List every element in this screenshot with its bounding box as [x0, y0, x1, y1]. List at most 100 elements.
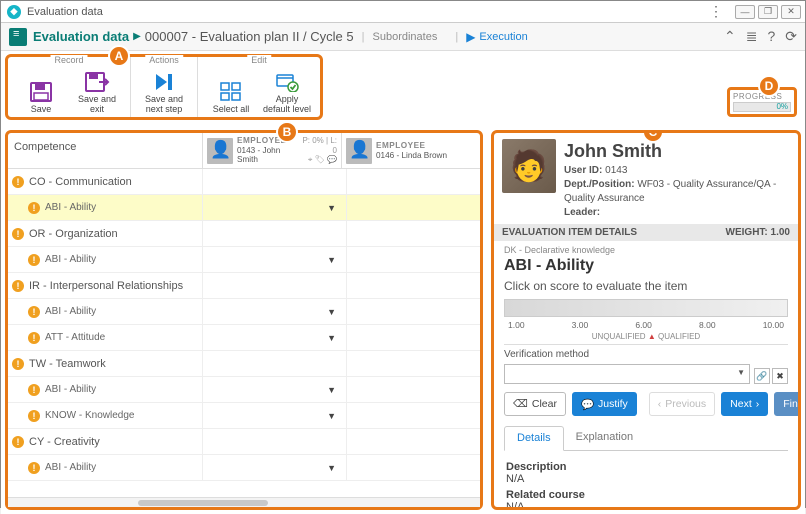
score-hint: Click on score to evaluate the item: [504, 279, 788, 293]
save-and-next-button[interactable]: Save and next step: [139, 67, 189, 115]
list-icon[interactable]: ≣: [746, 28, 758, 45]
clear-button[interactable]: ⌫Clear: [504, 392, 566, 416]
user-id: 0143: [605, 165, 627, 176]
row-label: ABI - Ability: [45, 306, 96, 317]
comment-icon: 💬: [581, 398, 594, 411]
competence-category-row[interactable]: !OR - Organization: [8, 221, 480, 247]
tab-details[interactable]: Details: [504, 426, 564, 451]
description-value: N/A: [506, 473, 786, 485]
column-competence[interactable]: Competence: [8, 133, 203, 168]
row-label: CY - Creativity: [29, 436, 100, 448]
score-dropdown[interactable]: ▼: [203, 403, 347, 428]
previous-button[interactable]: ‹Previous: [649, 392, 715, 416]
grid-header: Competence EMPLOYEE 0143 - John Smith P:…: [8, 133, 480, 169]
save-button[interactable]: Save: [16, 67, 66, 115]
score-dropdown[interactable]: ▼: [203, 195, 347, 220]
minimize-button[interactable]: —: [735, 5, 755, 19]
main-area: B Competence EMPLOYEE 0143 - John Smith …: [1, 126, 805, 514]
toolbar-section-actions: Actions: [145, 55, 183, 65]
next-button[interactable]: Next›: [721, 392, 768, 416]
row-label: ABI - Ability: [45, 254, 96, 265]
row-label: ATT - Attitude: [45, 332, 105, 343]
select-all-button[interactable]: Select all: [206, 67, 256, 115]
warning-icon: !: [28, 384, 40, 396]
row-label: ABI - Ability: [45, 384, 96, 395]
close-button[interactable]: ✕: [781, 5, 801, 19]
row-label: KNOW - Knowledge: [45, 410, 134, 421]
select-all-icon: [218, 81, 244, 103]
warning-icon: !: [28, 462, 40, 474]
scale-tick: 10.00: [763, 320, 784, 330]
warning-icon: !: [12, 436, 24, 448]
competence-item-row[interactable]: !ABI - Ability▼: [8, 195, 480, 221]
progress-value: 0%: [776, 102, 788, 111]
toolbar: A Record Save Save and exit Actions Save…: [1, 51, 805, 126]
score-scale[interactable]: 1.003.006.008.0010.00 UNQUALIFIED ▲ QUAL…: [504, 299, 788, 345]
verification-label: Verification method: [504, 349, 788, 360]
kebab-menu-icon[interactable]: ⋮: [706, 5, 726, 19]
score-dropdown[interactable]: ▼: [203, 377, 347, 402]
warning-icon: !: [12, 228, 24, 240]
maximize-button[interactable]: ❐: [758, 5, 778, 19]
competence-item-row[interactable]: ! ABI - Ability ▼: [8, 377, 480, 403]
finish-button[interactable]: Finish✓: [774, 392, 798, 416]
competence-item-row[interactable]: !ABI - Ability▼: [8, 455, 480, 481]
competence-category-row[interactable]: ! TW - Teamwork: [8, 351, 480, 377]
verification-method-select[interactable]: [504, 364, 750, 384]
horizontal-scrollbar[interactable]: [8, 497, 480, 507]
avatar-icon: [346, 138, 372, 164]
score-dropdown[interactable]: ▼: [203, 247, 347, 272]
help-icon[interactable]: ?: [767, 28, 775, 45]
row-label: CO - Communication: [29, 176, 132, 188]
link-icon[interactable]: 🔗: [754, 368, 770, 384]
save-exit-icon: [84, 71, 110, 93]
competence-category-row[interactable]: ! CY - Creativity: [8, 429, 480, 455]
score-dropdown[interactable]: ▼: [203, 299, 347, 324]
warning-icon: !: [28, 254, 40, 266]
save-and-exit-button[interactable]: Save and exit: [72, 67, 122, 115]
progress-indicator: D PROGRESS 0%: [727, 87, 797, 117]
competence-grid-panel: B Competence EMPLOYEE 0143 - John Smith …: [5, 130, 483, 510]
next-icon: [151, 71, 177, 93]
column-employee-1[interactable]: EMPLOYEE 0143 - John Smith P: 0% | L: 0 …: [203, 133, 342, 168]
chevron-left-icon: ‹: [658, 398, 662, 410]
warning-icon: !: [28, 332, 40, 344]
collapse-icon[interactable]: ⌃: [724, 28, 736, 45]
employee-header: 🧑 John Smith User ID: 0143 Dept./Positio…: [494, 133, 798, 224]
callout-b: B: [276, 121, 298, 143]
employee-name: John Smith: [564, 139, 790, 164]
execution-link[interactable]: Execution: [479, 31, 527, 43]
titlebar: ◆ Evaluation data ⋮ — ❐ ✕: [1, 1, 805, 23]
competence-item-row[interactable]: ! ATT - Attitude ▼: [8, 325, 480, 351]
subordinates-link[interactable]: Subordinates: [373, 31, 438, 43]
justify-button[interactable]: 💬Justify: [572, 392, 637, 416]
warning-icon: !: [12, 176, 24, 188]
score-bar[interactable]: [504, 299, 788, 317]
competence-category-row[interactable]: ! CO - Communication: [8, 169, 480, 195]
column-employee-2[interactable]: EMPLOYEE 0146 - Linda Brown: [342, 133, 480, 168]
competence-item-row[interactable]: ! ABI - Ability ▼: [8, 247, 480, 273]
scale-tick: 3.00: [572, 320, 589, 330]
toolbar-section-edit: Edit: [247, 55, 271, 65]
competence-item-row[interactable]: ! KNOW - Knowledge ▼: [8, 403, 480, 429]
score-dropdown[interactable]: ▼: [203, 455, 347, 480]
breadcrumb-module[interactable]: Evaluation data: [33, 29, 129, 44]
warning-icon: !: [12, 358, 24, 370]
competence-item-row[interactable]: ! ABI - Ability ▼: [8, 299, 480, 325]
tab-explanation[interactable]: Explanation: [564, 426, 646, 450]
knowledge-type: DK - Declarative knowledge: [504, 245, 788, 255]
row-label: TW - Teamwork: [29, 358, 106, 370]
warning-icon: !: [28, 306, 40, 318]
competence-category-row[interactable]: ! IR - Interpersonal Relationships: [8, 273, 480, 299]
clear-field-icon[interactable]: ✖: [772, 368, 788, 384]
scale-tick: 8.00: [699, 320, 716, 330]
row-label: IR - Interpersonal Relationships: [29, 280, 183, 292]
warning-icon: !: [12, 280, 24, 292]
grid-body[interactable]: !CO - Communication!ABI - Ability▼!OR - …: [8, 169, 480, 497]
warning-icon: !: [28, 410, 40, 422]
refresh-icon[interactable]: ⟳: [785, 28, 797, 45]
item-name: ABI - Ability: [504, 257, 788, 275]
score-dropdown[interactable]: ▼: [203, 325, 347, 350]
scale-tick: 6.00: [635, 320, 652, 330]
apply-default-level-button[interactable]: Apply default level: [262, 67, 312, 115]
